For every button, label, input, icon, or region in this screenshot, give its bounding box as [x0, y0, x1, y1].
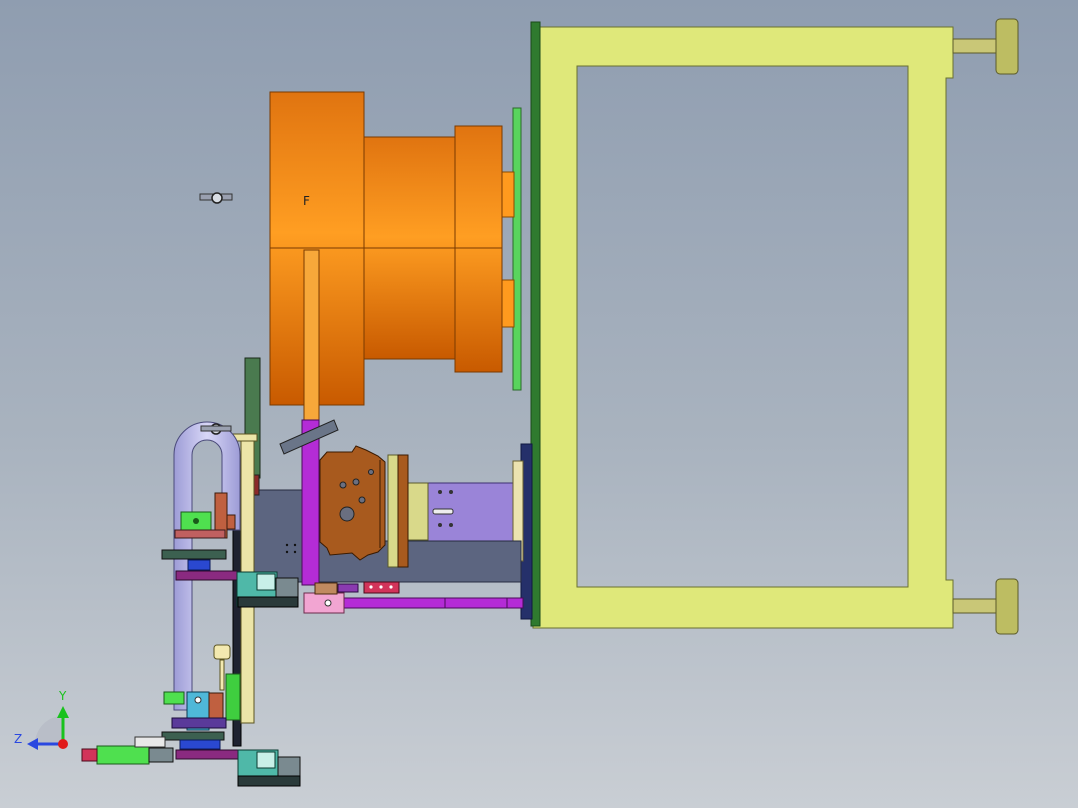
drum-shaft: [303, 249, 320, 421]
magenta-plate-1: [175, 570, 239, 581]
orange-drum: F: [269, 91, 503, 421]
cad-model-view[interactable]: F Y Z: [0, 0, 1078, 808]
cad-viewport[interactable]: F Y Z: [0, 0, 1078, 808]
drum-boss-top: [501, 171, 515, 218]
dark-plate-1: [161, 549, 227, 560]
lime-block: [225, 673, 241, 721]
dark-plate-2: [161, 731, 225, 741]
z-axis-label: Z: [14, 732, 22, 746]
green-cylinder: [96, 745, 150, 765]
pink-bracket: [303, 592, 345, 614]
floating-sensor: [199, 192, 233, 204]
left-column-assembly: [81, 357, 301, 787]
frame-body: [532, 26, 954, 629]
z-axis-arrow: [27, 738, 38, 750]
cream-knob: [213, 644, 231, 660]
tie-rod-nut-bottom: [995, 578, 1019, 635]
rust-mold-insert: [319, 445, 386, 561]
tie-rod-bottom: [952, 598, 1000, 614]
machine-frame: [530, 18, 1019, 635]
y-axis-label: Y: [58, 689, 67, 703]
tie-rod-nut-top: [995, 18, 1019, 75]
drum-boss-bottom: [501, 279, 515, 328]
mold-strip: [512, 107, 522, 391]
part-label: F: [303, 194, 310, 208]
magenta-plate-2: [175, 749, 241, 760]
magenta-rail: [339, 597, 524, 609]
drum-section-small: [454, 125, 503, 373]
y-axis-arrow: [57, 706, 69, 718]
tie-rod-top: [952, 38, 1000, 54]
axis-triad[interactable]: Y Z: [14, 689, 69, 750]
triad-arc: [35, 716, 63, 744]
axis-origin: [58, 739, 68, 749]
